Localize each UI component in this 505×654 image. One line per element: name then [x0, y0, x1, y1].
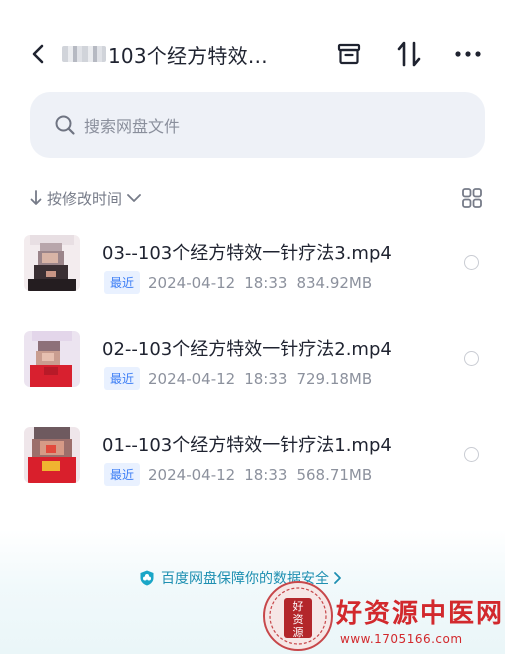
svg-text:源: 源 [293, 625, 304, 639]
select-radio[interactable] [464, 351, 479, 366]
file-name: 03--103个经方特效一针疗法3.mp4 [102, 243, 392, 264]
recent-badge: 最近 [104, 271, 141, 294]
file-date: 2024-04-12 [148, 465, 236, 484]
file-row[interactable]: 03--103个经方特效一针疗法3.mp4 最近 2024-04-12 18:3… [0, 235, 505, 325]
shield-check-icon [140, 570, 154, 586]
file-date: 2024-04-12 [148, 273, 236, 292]
svg-text:好: 好 [293, 599, 304, 613]
video-thumbnail [24, 331, 80, 387]
file-meta: 最近 2024-04-12 18:33 729.18MB [104, 367, 372, 390]
file-name: 01--103个经方特效一针疗法1.mp4 [102, 435, 392, 456]
sort-arrows-icon [397, 41, 421, 67]
svg-text:资: 资 [293, 613, 304, 626]
file-time: 18:33 [244, 273, 288, 292]
watermark-title: 好资源中医网 [336, 599, 505, 629]
search-input[interactable]: 搜索网盘文件 [30, 92, 485, 158]
watermark-seal: 好 资 源 [262, 580, 334, 652]
grid-view-icon [462, 188, 482, 208]
chevron-left-icon [32, 44, 44, 64]
file-meta: 最近 2024-04-12 18:33 568.71MB [104, 463, 372, 486]
file-size: 834.92MB [296, 273, 373, 292]
chevron-down-icon [127, 194, 141, 202]
watermark-url: www.1705166.com [340, 632, 463, 646]
file-time: 18:33 [244, 369, 288, 388]
view-toggle-button[interactable] [460, 186, 484, 210]
page-title: 103个经方特效… [108, 43, 268, 68]
back-button[interactable] [26, 40, 50, 68]
video-thumbnail [24, 427, 80, 483]
sort-label: 按修改时间 [47, 189, 123, 208]
blurred-title-prefix [62, 46, 106, 62]
more-button[interactable] [453, 39, 483, 69]
video-thumbnail [24, 235, 80, 291]
file-row[interactable]: 02--103个经方特效一针疗法2.mp4 最近 2024-04-12 18:3… [0, 331, 505, 421]
file-name: 02--103个经方特效一针疗法2.mp4 [102, 339, 392, 360]
chevron-right-icon [334, 572, 341, 584]
file-meta: 最近 2024-04-12 18:33 834.92MB [104, 271, 372, 294]
arrow-down-icon [30, 190, 42, 205]
archive-button[interactable] [334, 39, 364, 69]
recent-badge: 最近 [104, 367, 141, 390]
file-size: 729.18MB [296, 369, 373, 388]
file-date: 2024-04-12 [148, 369, 236, 388]
search-icon [55, 115, 75, 135]
file-time: 18:33 [244, 465, 288, 484]
recent-badge: 最近 [104, 463, 141, 486]
sort-button[interactable] [394, 39, 424, 69]
file-size: 568.71MB [296, 465, 373, 484]
more-dots-icon [455, 51, 481, 57]
file-row[interactable]: 01--103个经方特效一针疗法1.mp4 最近 2024-04-12 18:3… [0, 427, 505, 517]
select-radio[interactable] [464, 447, 479, 462]
archive-icon [337, 43, 361, 65]
top-bar: 103个经方特效… [0, 24, 505, 84]
select-radio[interactable] [464, 255, 479, 270]
search-placeholder: 搜索网盘文件 [84, 117, 181, 136]
sort-selector[interactable]: 按修改时间 [30, 186, 142, 210]
folder-title: 103个经方特效… [62, 40, 268, 68]
